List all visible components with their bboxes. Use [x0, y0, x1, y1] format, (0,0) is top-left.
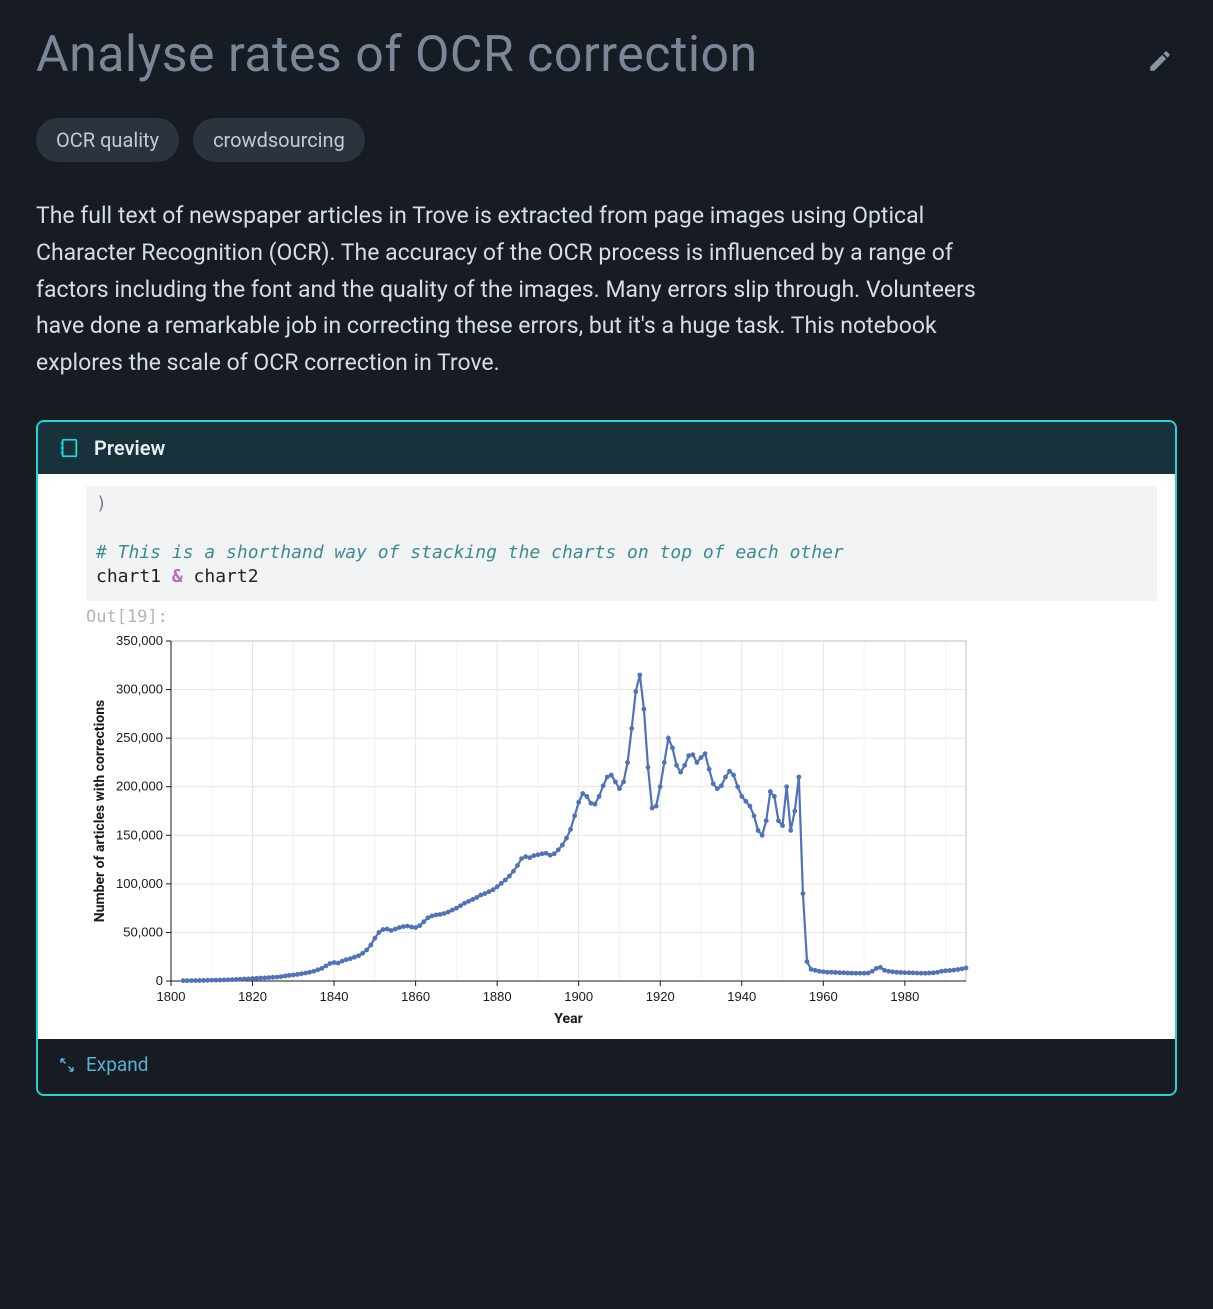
svg-text:Number of articles with correc: Number of articles with corrections — [92, 700, 108, 923]
svg-text:100,000: 100,000 — [116, 876, 163, 891]
code-lhs: chart1 — [96, 566, 172, 587]
description: The full text of newspaper articles in T… — [36, 198, 996, 382]
svg-text:0: 0 — [156, 973, 163, 988]
preview-header: Preview — [38, 422, 1175, 474]
code-rhs: chart2 — [183, 566, 259, 587]
line-chart: 0 50,000 100,000 150,000 200,000 250,000 300,0… — [86, 629, 976, 1029]
code-comment: # This is a shorthand way of stacking th… — [96, 542, 844, 563]
code-paren: ) — [96, 493, 107, 514]
tag-list: OCR quality crowdsourcing — [36, 118, 1177, 162]
svg-text:350,000: 350,000 — [116, 633, 163, 648]
svg-text:50,000: 50,000 — [123, 925, 163, 940]
preview-body: ) # This is a shorthand way of stacking … — [38, 474, 1175, 1039]
expand-link[interactable]: Expand — [86, 1053, 148, 1076]
output-label: Out[19]: — [86, 607, 1157, 627]
svg-text:1840: 1840 — [320, 989, 349, 1004]
preview-panel: Preview ) # This is a shorthand way of s… — [36, 420, 1177, 1096]
svg-text:1900: 1900 — [564, 989, 593, 1004]
page-title: Analyse rates of OCR correction — [36, 26, 758, 84]
svg-text:300,000: 300,000 — [116, 682, 163, 697]
svg-text:Year: Year — [554, 1011, 582, 1027]
svg-text:1960: 1960 — [809, 989, 838, 1004]
code-cell: ) # This is a shorthand way of stacking … — [86, 486, 1157, 601]
svg-text:150,000: 150,000 — [116, 827, 163, 842]
svg-text:1920: 1920 — [646, 989, 675, 1004]
preview-footer: Expand — [38, 1039, 1175, 1094]
preview-label: Preview — [94, 436, 165, 460]
expand-icon — [58, 1056, 76, 1074]
code-amp: & — [172, 566, 183, 587]
edit-icon[interactable] — [1147, 48, 1173, 74]
svg-text:1980: 1980 — [890, 989, 919, 1004]
tag-crowdsourcing[interactable]: crowdsourcing — [193, 118, 365, 162]
svg-text:1860: 1860 — [401, 989, 430, 1004]
svg-text:1940: 1940 — [727, 989, 756, 1004]
svg-text:250,000: 250,000 — [116, 730, 163, 745]
chart-container: 0 50,000 100,000 150,000 200,000 250,000 300,0… — [86, 629, 1157, 1029]
notebook-icon — [58, 437, 80, 459]
svg-text:1820: 1820 — [238, 989, 267, 1004]
page: Analyse rates of OCR correction OCR qual… — [0, 0, 1213, 1309]
title-row: Analyse rates of OCR correction — [36, 26, 1177, 118]
tag-ocr-quality[interactable]: OCR quality — [36, 118, 179, 162]
svg-text:200,000: 200,000 — [116, 779, 163, 794]
svg-text:1800: 1800 — [157, 989, 186, 1004]
svg-text:1880: 1880 — [483, 989, 512, 1004]
